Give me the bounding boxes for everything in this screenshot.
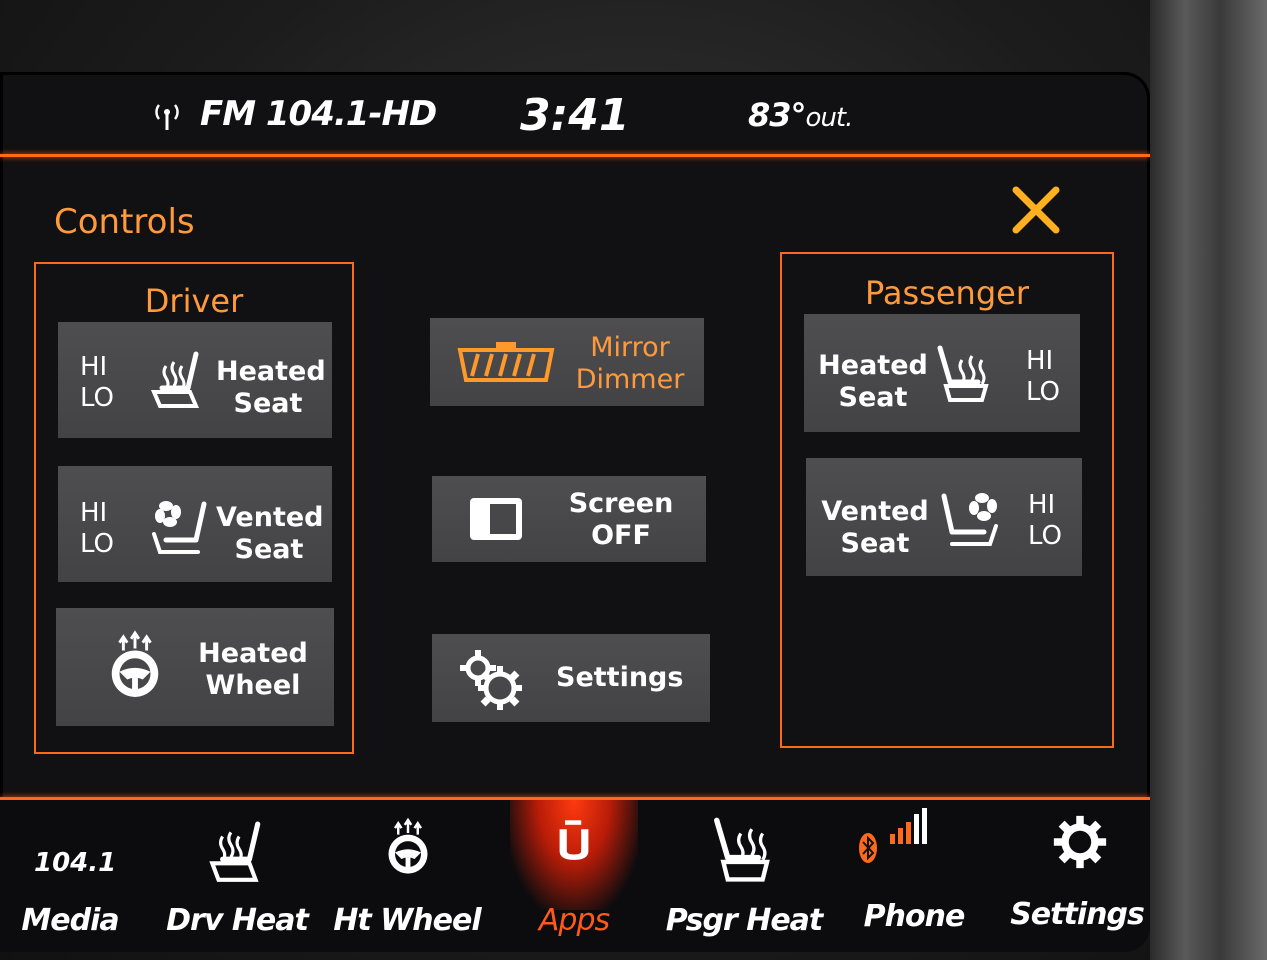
heated-seat-label: Heated Seat xyxy=(216,356,326,420)
lo-label: LO xyxy=(1026,377,1061,407)
heated-wheel-icon xyxy=(388,817,428,874)
vent-level-labels: HI LO xyxy=(80,498,114,560)
infotainment-screen: FM 104.1-HD 3:41 83°out. Controls Driver… xyxy=(0,72,1150,952)
passenger-heated-seat-button[interactable]: Heated Seat HI LO xyxy=(804,314,1080,432)
driver-heated-seat-button[interactable]: HI LO Heated Seat xyxy=(58,322,332,438)
settings-label: Settings xyxy=(556,662,684,693)
bluetooth-icon xyxy=(859,833,877,863)
screen-off-label: Screen OFF xyxy=(568,488,674,552)
nav-label: Psgr Heat xyxy=(665,903,824,938)
status-bar: FM 104.1-HD 3:41 83°out. xyxy=(0,72,1150,152)
close-icon[interactable] xyxy=(1008,182,1064,238)
passenger-title: Passenger xyxy=(865,274,1029,312)
screen-off-icon xyxy=(470,498,522,540)
vent-level-labels: HI LO xyxy=(1028,490,1062,552)
media-frequency: 104.1 xyxy=(34,848,117,878)
label-line1: Screen xyxy=(568,488,674,519)
nav-label: Ht Wheel xyxy=(333,903,481,938)
radio-station[interactable]: FM 104.1-HD xyxy=(200,94,437,134)
label-line2: Seat xyxy=(840,528,910,559)
dashboard-bezel xyxy=(1150,0,1267,960)
mirror-dimmer-label: Mirror Dimmer xyxy=(570,332,690,396)
nav-psgr-heat[interactable]: Psgr Heat xyxy=(664,800,824,952)
status-divider xyxy=(0,154,1150,157)
mirror-dimmer-button[interactable]: Mirror Dimmer xyxy=(430,318,704,406)
label-line1: Heated xyxy=(216,356,326,387)
label-line2: Seat xyxy=(233,388,303,419)
hi-label: HI xyxy=(80,498,108,528)
nav-apps[interactable]: Apps xyxy=(502,800,646,952)
mirror-dimmer-icon xyxy=(457,342,555,382)
label-line2: Dimmer xyxy=(575,364,685,395)
page-title: Controls xyxy=(54,202,195,242)
driver-title: Driver xyxy=(144,282,244,320)
vented-seat-label: Vented Seat xyxy=(820,496,930,560)
label-line2: Seat xyxy=(838,382,908,413)
lo-label: LO xyxy=(80,529,115,559)
label-line1: Heated xyxy=(198,638,308,669)
heated-wheel-icon xyxy=(111,630,159,697)
nav-ht-wheel[interactable]: Ht Wheel xyxy=(332,800,482,952)
outside-temperature: 83°out. xyxy=(748,96,854,134)
bottom-nav: 104.1 Media Drv Heat Ht Wheel Apps Psgr … xyxy=(0,800,1150,952)
driver-vented-seat-button[interactable]: HI LO Vented Seat xyxy=(58,466,332,582)
driver-panel: Driver HI LO Heated Seat HI LO Vented Se… xyxy=(34,262,354,754)
passenger-seat-heat-icon xyxy=(714,817,770,882)
vented-seat-icon xyxy=(152,501,207,554)
nav-label: Apps xyxy=(538,903,610,938)
nav-drv-heat[interactable]: Drv Heat xyxy=(162,800,312,952)
heat-level-labels: HI LO xyxy=(1026,346,1060,408)
lo-label: LO xyxy=(1028,521,1063,551)
gear-icon xyxy=(1053,815,1107,869)
nav-label: Media xyxy=(21,903,119,938)
nav-label: Drv Heat xyxy=(166,903,309,938)
label-line1: Vented xyxy=(821,496,929,527)
label-line1: Vented xyxy=(216,502,324,533)
label-line1: Mirror xyxy=(590,332,670,363)
label-line1: Heated xyxy=(818,350,928,381)
passenger-vented-seat-button[interactable]: Vented Seat HI LO xyxy=(806,458,1082,576)
heat-level-labels: HI LO xyxy=(80,352,114,414)
heated-wheel-label: Heated Wheel xyxy=(194,638,312,702)
vented-seat-label: Vented Seat xyxy=(216,502,324,566)
temp-value: 83° xyxy=(748,96,807,134)
temp-unit: out. xyxy=(805,103,854,133)
heated-seat-icon xyxy=(150,351,200,408)
nav-label: Phone xyxy=(863,899,966,934)
label-line2: Wheel xyxy=(205,670,301,701)
hi-label: HI xyxy=(1026,346,1054,376)
signal-strength-icon xyxy=(890,808,927,844)
nav-media[interactable]: 104.1 Media xyxy=(10,800,130,952)
hi-label: HI xyxy=(80,352,108,382)
passenger-panel: Passenger Heated Seat HI LO Vented Seat xyxy=(780,252,1114,748)
driver-seat-heat-icon xyxy=(209,821,261,882)
heated-seat-icon xyxy=(937,345,989,402)
radio-antenna-icon xyxy=(155,104,179,130)
lo-label: LO xyxy=(80,383,115,413)
settings-button[interactable]: Settings xyxy=(432,634,710,722)
uconnect-apps-icon xyxy=(559,820,589,860)
heated-seat-label: Heated Seat xyxy=(818,350,928,414)
heated-wheel-button[interactable]: Heated Wheel xyxy=(56,608,334,726)
nav-settings[interactable]: Settings xyxy=(1004,800,1150,952)
nav-phone[interactable]: Phone xyxy=(844,800,984,952)
label-line2: Seat xyxy=(234,534,304,565)
screen-off-button[interactable]: Screen OFF xyxy=(432,476,706,562)
vented-seat-icon xyxy=(941,493,998,546)
clock: 3:41 xyxy=(520,90,630,141)
settings-gear-icon xyxy=(460,650,522,710)
nav-label: Settings xyxy=(1010,897,1145,932)
hi-label: HI xyxy=(1028,490,1056,520)
label-line2: OFF xyxy=(591,520,651,551)
